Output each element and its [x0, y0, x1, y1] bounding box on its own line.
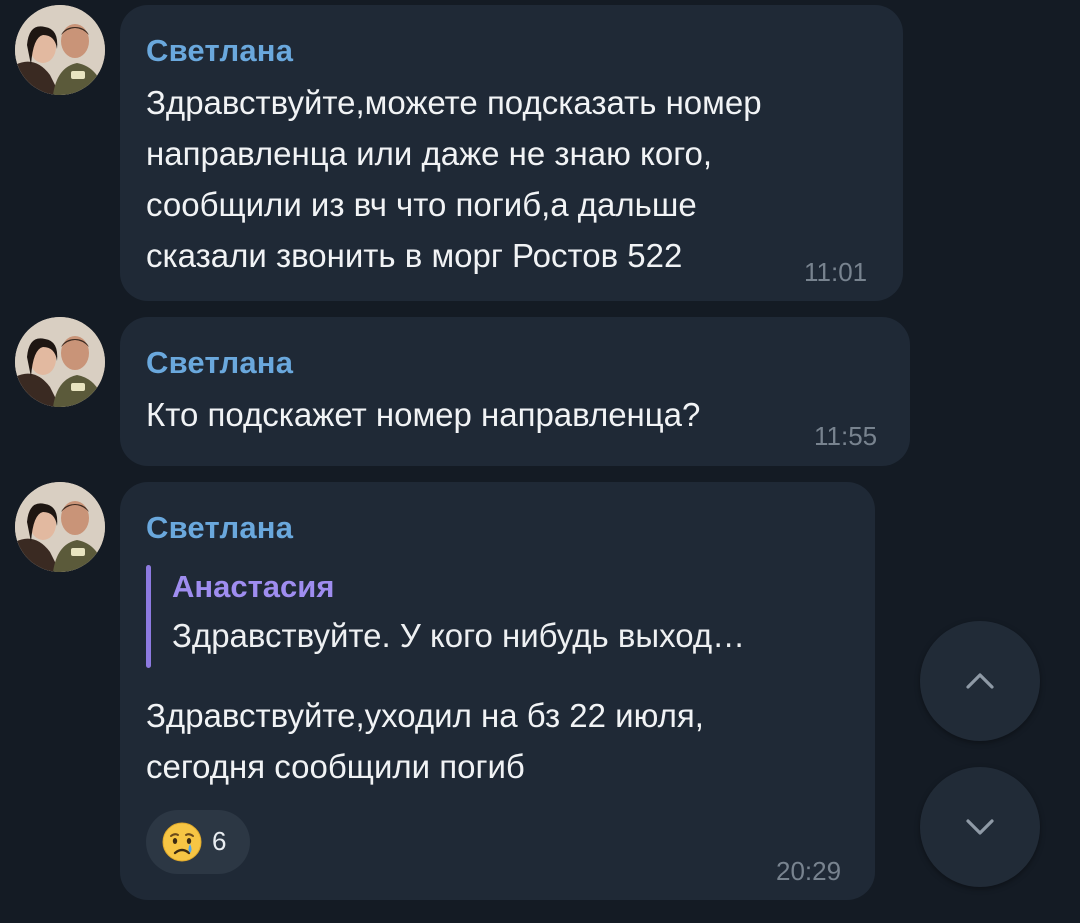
sender-name[interactable]: Светлана [146, 345, 293, 381]
avatar-photo-icon [15, 482, 105, 572]
scroll-down-button[interactable] [920, 767, 1040, 887]
avatar[interactable] [15, 482, 105, 572]
reply-accent-bar [146, 565, 151, 668]
avatar[interactable] [15, 317, 105, 407]
reply-author: Анастасия [172, 569, 335, 604]
reply-text: Здравствуйте. У кого нибудь выход… [172, 617, 746, 654]
chevron-down-icon [966, 819, 994, 835]
scroll-up-button[interactable] [920, 621, 1040, 741]
crying-face-icon [162, 822, 202, 862]
message-text: Здравствуйте,можете подсказать номер нап… [146, 84, 762, 274]
avatar-photo-icon [15, 317, 105, 407]
message-time: 11:55 [814, 421, 878, 451]
chevron-up-icon [966, 673, 994, 689]
reaction-chip[interactable]: 6 [146, 810, 250, 874]
message-bubble[interactable]: Светлана Анастасия Здравствуйте. У кого … [120, 482, 875, 900]
avatar-photo-icon [15, 5, 105, 95]
message-bubble[interactable]: Светлана Кто подскажет номер направленца… [120, 317, 910, 466]
message-text: Кто подскажет номер направленца? [146, 396, 701, 433]
reaction-count: 6 [212, 826, 227, 856]
avatar[interactable] [15, 5, 105, 95]
sender-name[interactable]: Светлана [146, 33, 293, 69]
message-time: 20:29 [776, 856, 842, 886]
message-text: Здравствуйте,уходил на бз 22 июля, сегод… [146, 697, 704, 785]
reply-quote[interactable]: Анастасия Здравствуйте. У кого нибудь вы… [146, 565, 846, 668]
message-bubble[interactable]: Светлана Здравствуйте,можете подсказать … [120, 5, 903, 301]
message-time: 11:01 [804, 257, 868, 287]
sender-name[interactable]: Светлана [146, 510, 293, 546]
